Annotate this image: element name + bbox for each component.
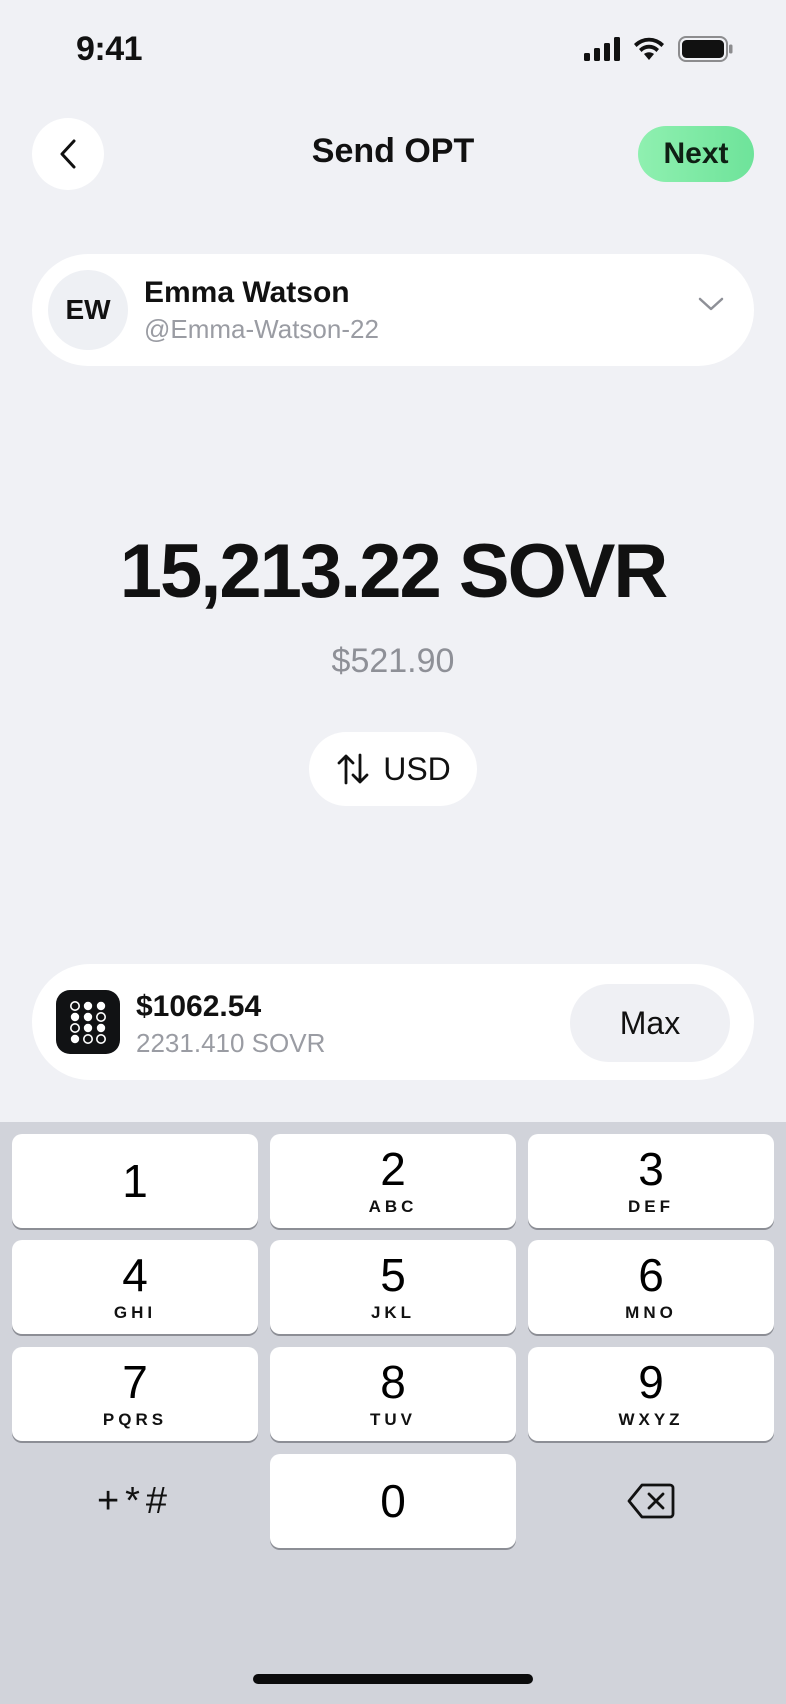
key-digit: 1 xyxy=(122,1155,148,1207)
key-1[interactable]: 1 xyxy=(12,1134,258,1228)
key-digit: 0 xyxy=(380,1475,406,1527)
sovr-token-icon xyxy=(56,990,120,1054)
swap-vertical-icon xyxy=(337,753,369,785)
key-letters: PQRS xyxy=(102,1410,168,1429)
backspace-key[interactable] xyxy=(528,1454,774,1548)
status-time: 9:41 xyxy=(76,30,143,68)
recipient-name: Emma Watson xyxy=(144,276,350,309)
balance-fiat: $1062.54 xyxy=(136,990,262,1023)
key-2[interactable]: 2 ABC xyxy=(270,1134,516,1228)
key-letters: TUV xyxy=(370,1410,416,1429)
status-bar: 9:41 xyxy=(0,0,786,100)
key-digit: 4 xyxy=(122,1249,148,1301)
key-digit: 9 xyxy=(638,1356,664,1408)
status-icons xyxy=(584,36,734,62)
key-digit: 2 xyxy=(380,1143,406,1195)
key-3[interactable]: 3 DEF xyxy=(528,1134,774,1228)
key-digit: 5 xyxy=(380,1249,406,1301)
backspace-icon xyxy=(627,1483,675,1519)
amount-value: 15,213.22 SOVR xyxy=(119,529,669,614)
key-letters: MNO xyxy=(625,1303,677,1322)
send-screen: 9:41 Send OPT Next EW Emma Watson @Emma-… xyxy=(0,0,786,1704)
key-letters: DEF xyxy=(628,1197,674,1216)
numeric-keypad: 1 2 ABC 3 DEF 4 GHI 5 JKL 6 MNO 7 PQRS 8… xyxy=(0,1122,786,1704)
key-letters: GHI xyxy=(113,1303,157,1322)
home-indicator xyxy=(253,1674,533,1684)
key-digit: 6 xyxy=(638,1249,664,1301)
key-6[interactable]: 6 MNO xyxy=(528,1240,774,1334)
avatar: EW xyxy=(48,270,128,350)
key-symbols-label: +*# xyxy=(96,1479,174,1522)
key-digit: 7 xyxy=(122,1356,148,1408)
recipient-selector[interactable]: EW Emma Watson @Emma-Watson-22 xyxy=(32,254,754,366)
currency-toggle-label: USD xyxy=(383,750,451,787)
key-letters: WXYZ xyxy=(618,1410,684,1429)
chevron-down-icon xyxy=(698,297,724,311)
key-7[interactable]: 7 PQRS xyxy=(12,1347,258,1441)
currency-toggle-button[interactable]: USD xyxy=(309,732,477,806)
next-button[interactable]: Next xyxy=(638,126,754,182)
key-9[interactable]: 9 WXYZ xyxy=(528,1347,774,1441)
key-4[interactable]: 4 GHI xyxy=(12,1240,258,1334)
key-digit: 8 xyxy=(380,1356,406,1408)
wifi-icon xyxy=(634,37,664,60)
key-0[interactable]: 0 xyxy=(270,1454,516,1548)
amount-fiat-value: $521.90 xyxy=(331,642,455,680)
key-5[interactable]: 5 JKL xyxy=(270,1240,516,1334)
key-letters: ABC xyxy=(368,1197,418,1216)
balance-card: $1062.54 2231.410 SOVR Max xyxy=(32,964,754,1080)
max-button[interactable]: Max xyxy=(570,984,730,1062)
key-symbols[interactable]: +*# xyxy=(12,1454,258,1548)
key-digit: 3 xyxy=(638,1143,664,1195)
key-letters: JKL xyxy=(370,1303,416,1322)
cellular-signal-icon xyxy=(584,37,620,61)
battery-icon xyxy=(678,36,733,62)
key-8[interactable]: 8 TUV xyxy=(270,1347,516,1441)
recipient-handle: @Emma-Watson-22 xyxy=(144,314,379,344)
balance-token: 2231.410 SOVR xyxy=(136,1028,326,1058)
